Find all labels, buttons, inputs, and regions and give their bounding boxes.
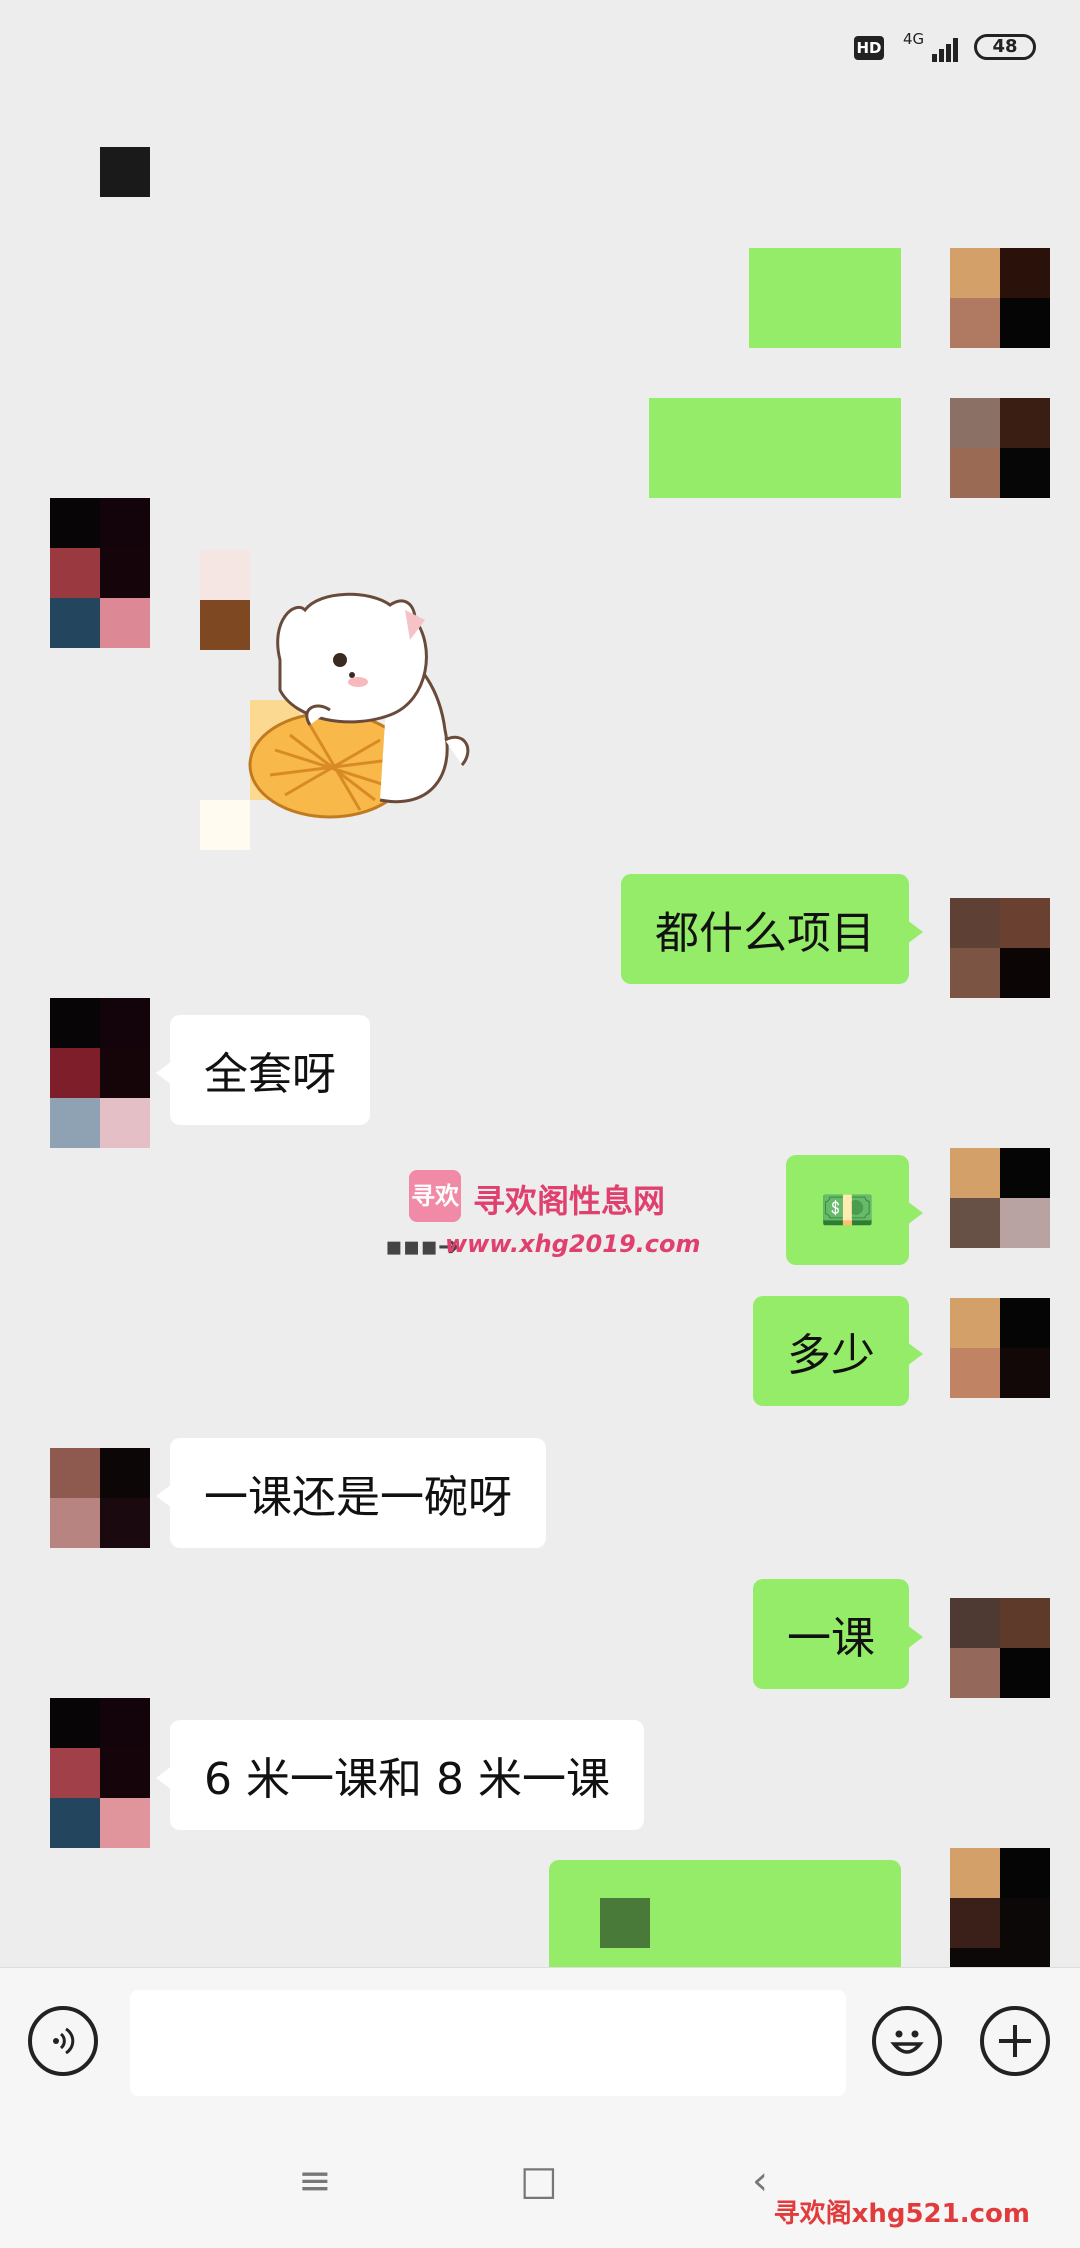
pixelated-message[interactable] — [649, 398, 901, 498]
pixelated-timestamp — [100, 147, 150, 197]
watermark: 寻欢 寻欢阁性息网 ▪▪▪➔ www.xhg2019.com — [385, 1170, 705, 1270]
my-avatar[interactable] — [950, 1298, 1050, 1398]
message-bubble[interactable]: 一课还是一碗呀 — [156, 1438, 546, 1548]
my-avatar[interactable] — [950, 248, 1050, 348]
battery-indicator: 48 — [974, 34, 1036, 60]
input-bar — [0, 1967, 1080, 2118]
home-icon[interactable]: □ — [520, 2158, 558, 2204]
watermark-logo: 寻欢 — [409, 1170, 461, 1222]
contact-avatar[interactable] — [50, 998, 150, 1148]
watermark-title: 寻欢阁性息网 — [473, 1182, 666, 1220]
navigation-bar: ≡ □ ‹ 寻欢阁xhg521.com — [0, 2118, 1080, 2248]
contact-avatar[interactable] — [50, 498, 150, 648]
pixelated-message-part — [600, 1898, 650, 1948]
message-bubble[interactable]: 💵 — [786, 1155, 923, 1265]
message-input[interactable] — [130, 1990, 846, 2096]
chat-messages[interactable]: 都什么项目 全套呀 寻欢 寻欢阁性息网 ▪▪▪➔ www.xhg2019.com… — [0, 95, 1080, 1967]
message-bubble[interactable]: 6 米一课和 8 米一课 — [156, 1720, 644, 1830]
back-icon[interactable]: ‹ — [752, 2158, 768, 2204]
voice-icon[interactable] — [28, 2006, 98, 2076]
my-avatar[interactable] — [950, 398, 1050, 498]
status-bar: HD 4G 48 — [0, 0, 1080, 95]
signal-icon — [922, 30, 958, 62]
message-bubble[interactable]: 多少 — [753, 1296, 923, 1406]
message-bubble[interactable]: 一课 — [753, 1579, 923, 1689]
plus-icon[interactable] — [980, 2006, 1050, 2076]
contact-avatar[interactable] — [50, 1698, 150, 1848]
network-type: 4G — [903, 30, 925, 48]
message-bubble[interactable]: 都什么项目 — [621, 874, 923, 984]
cat-sticker-icon[interactable] — [200, 550, 500, 850]
corner-watermark: 寻欢阁xhg521.com — [773, 2199, 1030, 2229]
my-avatar[interactable] — [950, 1148, 1050, 1248]
pixelated-message[interactable] — [749, 248, 901, 348]
hd-indicator: HD — [854, 36, 884, 60]
contact-avatar[interactable] — [50, 1448, 150, 1548]
my-avatar[interactable] — [950, 898, 1050, 998]
emoji-icon[interactable] — [872, 2006, 942, 2076]
menu-icon[interactable]: ≡ — [298, 2158, 332, 2204]
watermark-url: www.xhg2019.com — [445, 1230, 701, 1258]
my-avatar[interactable] — [950, 1598, 1050, 1698]
my-avatar[interactable] — [950, 1848, 1050, 1967]
message-bubble[interactable]: 全套呀 — [156, 1015, 370, 1125]
